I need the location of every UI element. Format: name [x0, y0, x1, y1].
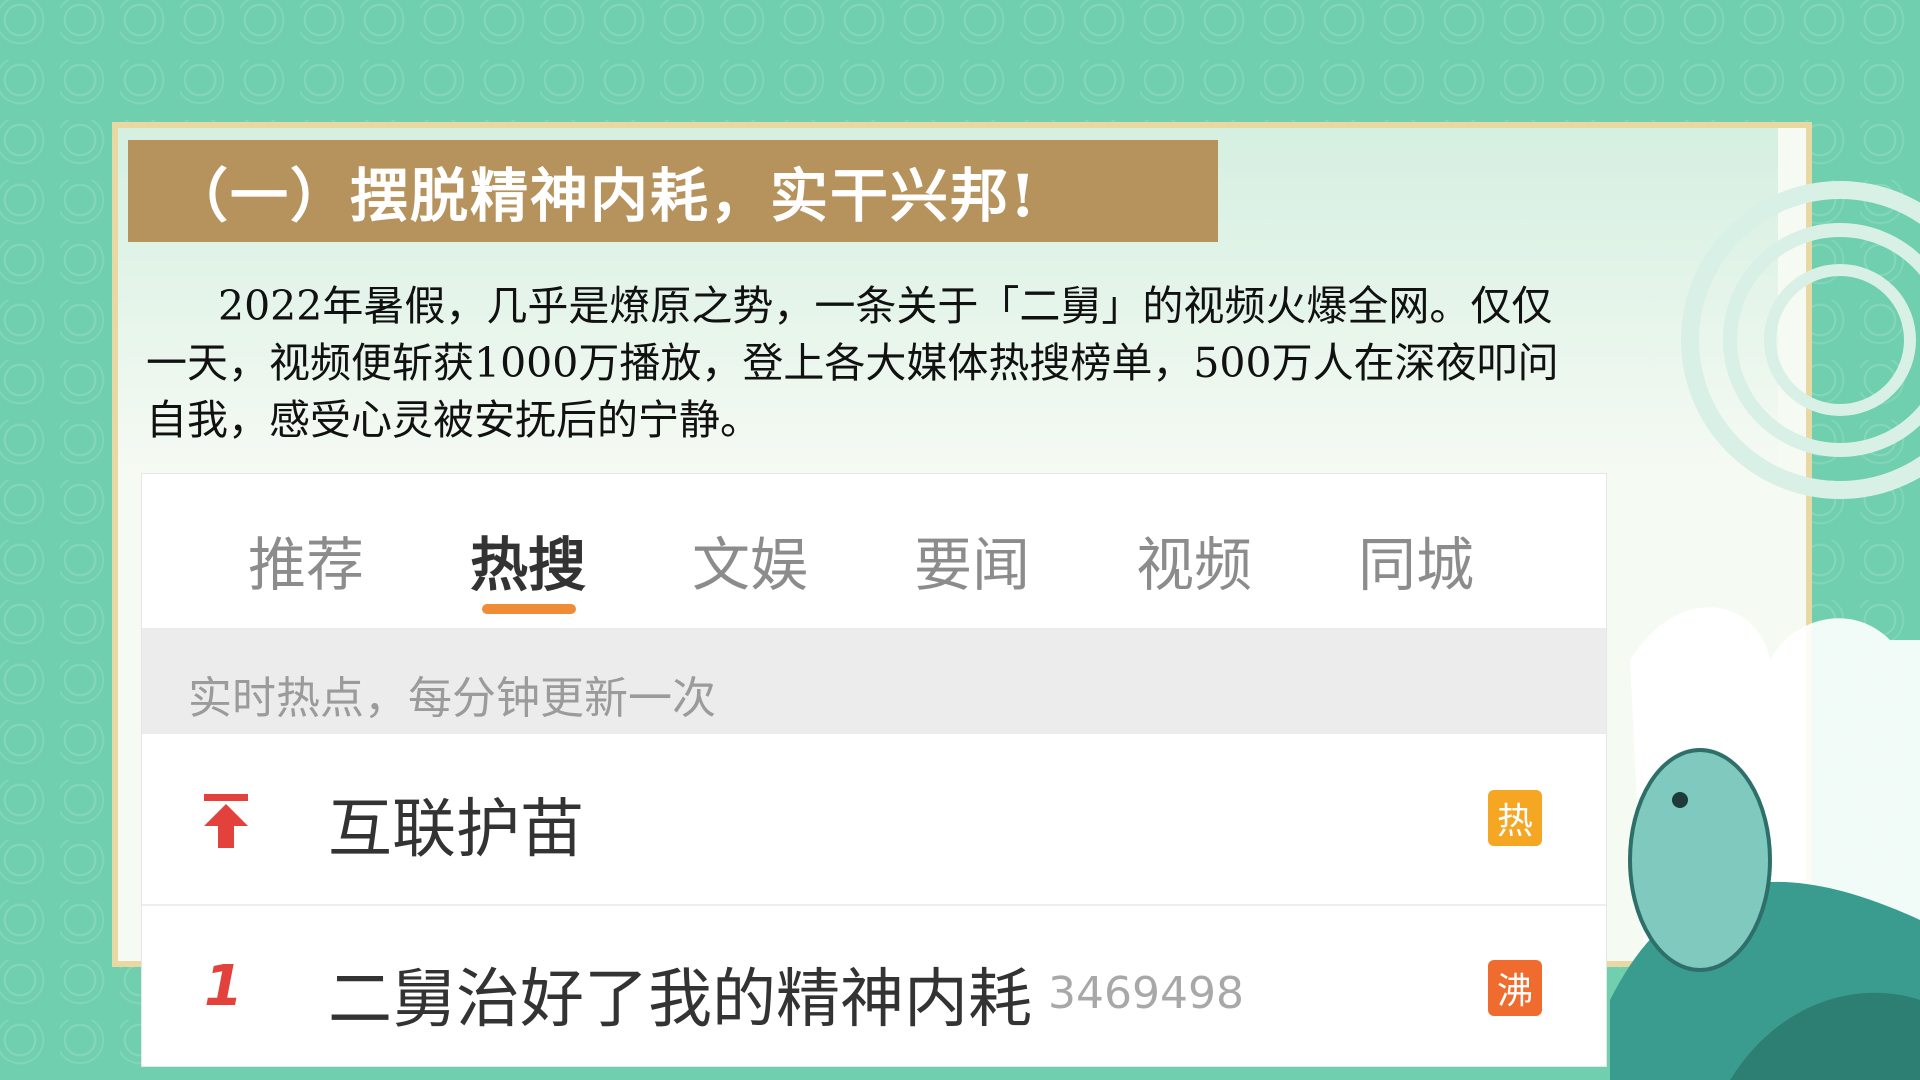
tab-entertainment[interactable]: 文娱	[692, 518, 808, 602]
arrow-up-icon	[204, 794, 248, 848]
wave-fish-ornament	[1610, 181, 1920, 1080]
hot-search-title: 二舅治好了我的精神内耗	[328, 963, 1032, 1037]
hot-search-title: 互联护苗	[328, 793, 584, 867]
tab-bar: 推荐 热搜 文娱 要闻 视频 同城	[142, 474, 1606, 626]
tab-hot-search[interactable]: 热搜	[470, 518, 586, 602]
tab-video[interactable]: 视频	[1136, 518, 1252, 602]
realtime-notice-text: 实时热点，每分钟更新一次	[188, 673, 716, 724]
tab-recommend[interactable]: 推荐	[248, 518, 364, 602]
slide-paragraph: 2022年暑假，几乎是燎原之势，一条关于「二舅」的视频火爆全网。仅仅一天，视频便…	[146, 282, 1559, 444]
slide-title: （一）摆脱精神内耗，实干兴邦!	[170, 162, 1038, 230]
hot-badge: 热	[1488, 790, 1542, 846]
tab-news[interactable]: 要闻	[914, 518, 1030, 602]
list-item[interactable]: 1 二舅治好了我的精神内耗 3469498 沸	[142, 906, 1606, 1066]
rank-number: 1	[204, 954, 243, 1019]
list-item[interactable]: 互联护苗 热	[142, 736, 1606, 906]
slide-title-bar: （一）摆脱精神内耗，实干兴邦!	[128, 140, 1218, 242]
hot-search-screenshot: 推荐 热搜 文娱 要闻 视频 同城 实时热点，每分钟更新一次 互联护苗 热 1 …	[142, 474, 1606, 1066]
search-count: 3469498	[1048, 968, 1244, 1019]
active-tab-indicator	[482, 604, 576, 614]
tab-local[interactable]: 同城	[1358, 518, 1474, 602]
realtime-notice-bar: 实时热点，每分钟更新一次	[142, 628, 1606, 734]
boiling-badge: 沸	[1488, 960, 1542, 1016]
